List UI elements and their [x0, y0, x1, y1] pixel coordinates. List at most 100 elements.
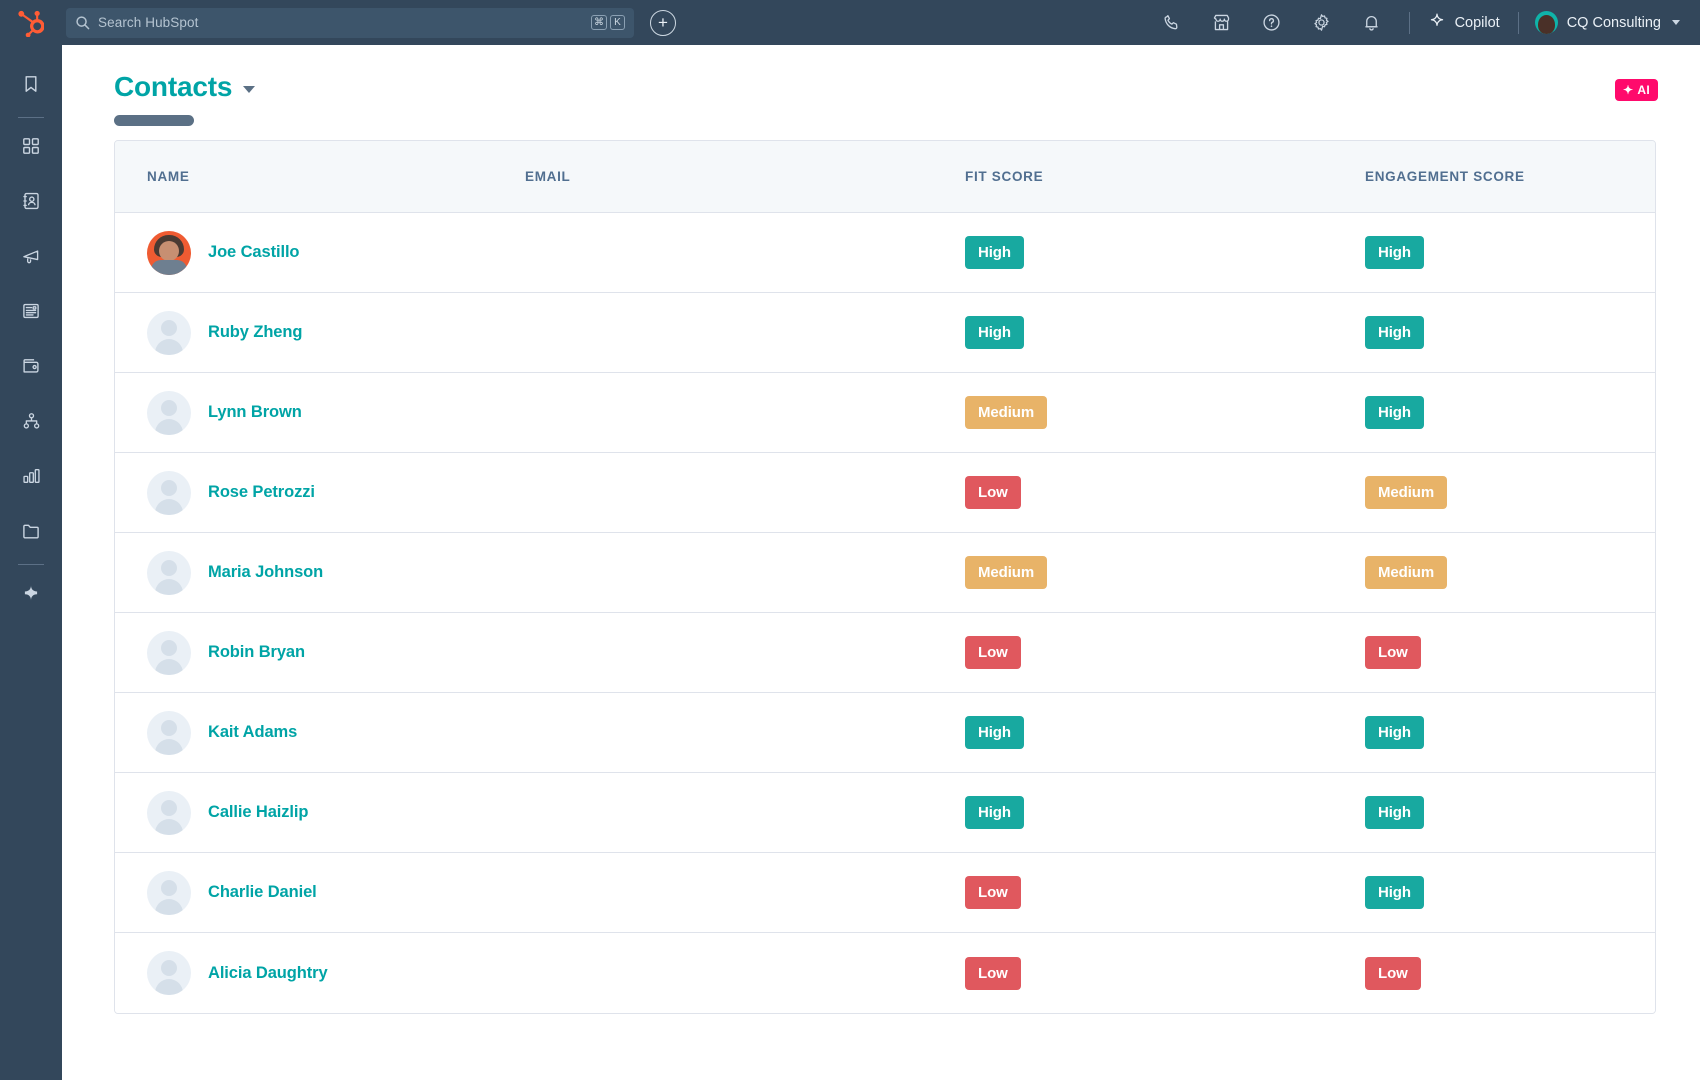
contact-name-link[interactable]: Joe Castillo [208, 243, 300, 262]
search-icon [75, 15, 90, 30]
top-navigation-bar: Search HubSpot ⌘ K + Copilot CQ Consulti… [0, 0, 1700, 45]
engagement-score-badge: High [1365, 236, 1424, 269]
avatar [147, 230, 191, 275]
sidebar-item-automations[interactable] [0, 396, 62, 451]
table-row[interactable]: Maria Johnson Medium Medium [115, 533, 1655, 613]
marketplace-icon[interactable] [1197, 0, 1247, 45]
contact-name-link[interactable]: Alicia Daughtry [208, 964, 328, 983]
table-row[interactable]: Ruby Zheng High High [115, 293, 1655, 373]
table-row[interactable]: Rose Petrozzi Low Medium [115, 453, 1655, 533]
phone-icon[interactable] [1147, 0, 1197, 45]
contact-name-cell: Rose Petrozzi [115, 470, 525, 515]
hubspot-logo-icon[interactable] [0, 0, 62, 45]
engagement-score-badge: Low [1365, 636, 1421, 669]
left-sidebar [0, 45, 62, 1080]
contact-name-link[interactable]: Rose Petrozzi [208, 483, 315, 502]
fit-score-badge: Low [965, 956, 1021, 990]
copilot-button[interactable]: Copilot [1422, 12, 1506, 34]
contact-name-link[interactable]: Ruby Zheng [208, 323, 302, 342]
table-row[interactable]: Robin Bryan Low Low [115, 613, 1655, 693]
contact-name-cell: Maria Johnson [115, 550, 525, 595]
contacts-icon [21, 191, 41, 216]
table-row[interactable]: Callie Haizlip High High [115, 773, 1655, 853]
bell-icon[interactable] [1347, 0, 1397, 45]
main-content: Contacts ✦ AI NAME EMAIL FIT SCORE ENGAG… [62, 45, 1700, 1080]
help-icon[interactable] [1247, 0, 1297, 45]
page-title-row[interactable]: Contacts [114, 71, 1700, 103]
contact-name-link[interactable]: Kait Adams [208, 723, 297, 742]
ai-sparkle-icon [20, 582, 42, 609]
sidebar-item-content[interactable] [0, 286, 62, 341]
contact-name-link[interactable]: Robin Bryan [208, 643, 305, 662]
fit-score-badge: Medium [965, 396, 1048, 429]
table-row[interactable]: Joe Castillo High High [115, 213, 1655, 293]
fit-score-cell: Low [965, 956, 1365, 990]
fit-score-cell: Low [965, 876, 1365, 909]
contact-name-cell: Kait Adams [115, 710, 525, 755]
sidebar-item-ai[interactable] [0, 568, 62, 623]
contact-name-cell: Alicia Daughtry [115, 951, 525, 995]
engagement-score-badge: Medium [1365, 556, 1448, 589]
contact-name-link[interactable]: Charlie Daniel [208, 883, 317, 902]
account-label: CQ Consulting [1566, 14, 1661, 31]
table-row[interactable]: Charlie Daniel Low High [115, 853, 1655, 933]
fit-score-cell: High [965, 316, 1365, 349]
redacted-subtitle [114, 115, 194, 126]
contact-name-cell: Charlie Daniel [115, 870, 525, 915]
column-header-fit-score[interactable]: FIT SCORE [965, 169, 1365, 184]
table-row[interactable]: Alicia Daughtry Low Low [115, 933, 1655, 1013]
sidebar-item-workspaces[interactable] [0, 121, 62, 176]
table-row[interactable]: Kait Adams High High [115, 693, 1655, 773]
sidebar-item-bookmarks[interactable] [0, 59, 62, 114]
search-input[interactable]: Search HubSpot ⌘ K [66, 7, 634, 38]
create-button[interactable]: + [650, 9, 676, 36]
sparkle-icon [1428, 12, 1446, 34]
engagement-score-cell: High [1365, 316, 1655, 349]
sidebar-divider-2 [18, 564, 44, 565]
avatar [147, 470, 191, 515]
fit-score-cell: Low [965, 476, 1365, 509]
fit-score-cell: High [965, 236, 1365, 269]
search-shortcut: ⌘ K [591, 15, 625, 30]
sidebar-item-reporting[interactable] [0, 451, 62, 506]
nav-divider-2 [1517, 11, 1519, 34]
contact-name-link[interactable]: Callie Haizlip [208, 803, 308, 822]
engagement-score-cell: High [1365, 236, 1655, 269]
ai-badge-label: AI [1637, 83, 1650, 97]
contact-name-cell: Joe Castillo [115, 230, 525, 275]
table-row[interactable]: Lynn Brown Medium High [115, 373, 1655, 453]
chevron-down-icon[interactable] [243, 86, 256, 93]
ai-badge[interactable]: ✦ AI [1615, 79, 1658, 101]
automation-icon [21, 411, 42, 437]
engagement-score-cell: Medium [1365, 476, 1655, 509]
avatar [147, 390, 191, 435]
sidebar-item-contacts[interactable] [0, 176, 62, 231]
fit-score-cell: Medium [965, 556, 1365, 589]
engagement-score-cell: High [1365, 876, 1655, 909]
contact-name-link[interactable]: Lynn Brown [208, 403, 302, 422]
fit-score-badge: High [965, 316, 1024, 349]
contact-name-link[interactable]: Maria Johnson [208, 563, 323, 582]
engagement-score-badge: Low [1365, 956, 1421, 990]
sidebar-item-library[interactable] [0, 506, 62, 561]
fit-score-badge: High [965, 236, 1024, 269]
fit-score-cell: High [965, 796, 1365, 829]
column-header-engagement[interactable]: ENGAGEMENT SCORE [1365, 169, 1655, 184]
engagement-score-cell: Medium [1365, 556, 1655, 589]
fit-score-badge: High [965, 796, 1024, 829]
fit-score-badge: Medium [965, 556, 1048, 589]
sidebar-item-commerce[interactable] [0, 341, 62, 396]
column-header-name[interactable]: NAME [115, 169, 525, 184]
kbd-k: K [610, 15, 625, 30]
kbd-command: ⌘ [591, 15, 607, 30]
contact-name-cell: Callie Haizlip [115, 790, 525, 835]
top-nav-right-group: Copilot CQ Consulting [1147, 0, 1700, 45]
ai-spark-icon: ✦ [1623, 83, 1634, 97]
gear-icon[interactable] [1297, 0, 1347, 45]
column-header-email[interactable]: EMAIL [525, 169, 965, 184]
fit-score-badge: Low [965, 476, 1021, 509]
account-menu[interactable]: CQ Consulting [1531, 11, 1680, 34]
sidebar-item-marketing[interactable] [0, 231, 62, 286]
table-body: Joe Castillo High High Ruby Zheng High High Ly… [115, 213, 1655, 1013]
fit-score-cell: High [965, 716, 1365, 749]
